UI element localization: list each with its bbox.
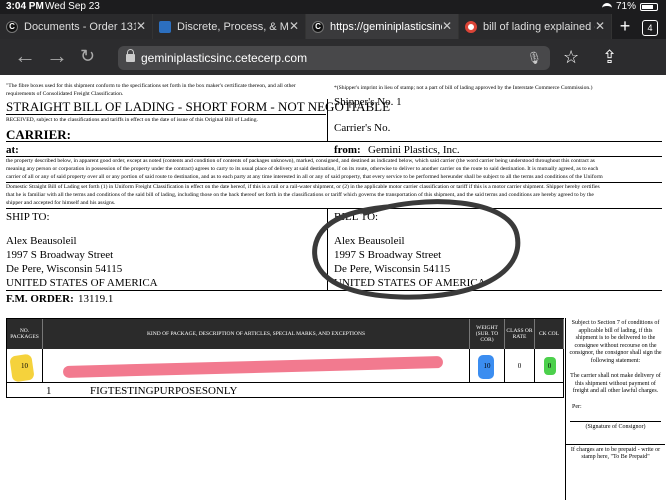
address-bar: ← → ↻ geminiplasticsinc.cetecerp.com 🎙 ☆… — [0, 39, 666, 75]
close-icon[interactable]: ✕ — [136, 19, 146, 33]
divider — [327, 99, 328, 141]
wifi-icon — [601, 2, 612, 11]
cell-packages: 10 — [7, 349, 43, 383]
new-tab-button[interactable]: + — [612, 14, 638, 39]
received-note: RECEIVED, subject to the classifications… — [6, 117, 258, 123]
from-value: Gemini Plastics, Inc. — [368, 144, 460, 156]
col-weight-header: WEIGHT (SUB. TO COR) — [470, 319, 505, 349]
ck-value: 0 — [547, 362, 552, 370]
reload-icon[interactable]: ↻ — [80, 45, 95, 67]
terms-line: Domestic Straight Bill of Lading set for… — [6, 184, 600, 190]
divider — [6, 114, 326, 115]
pink-highlight — [62, 356, 444, 378]
prepaid-note: If charges are to be prepaid - write or … — [566, 443, 665, 464]
circle-stroke — [312, 199, 521, 300]
back-arrow-icon[interactable]: ← — [14, 45, 36, 67]
terms-line: the property described below, in apparen… — [6, 158, 595, 164]
at-label: at: — [6, 144, 19, 156]
tab-bill-of-lading[interactable]: bill of lading explained - ✕ — [459, 14, 612, 39]
fibre-note: "The fibre boxes used for this shipment … — [6, 83, 296, 89]
share-icon[interactable]: ⇪ — [602, 47, 617, 68]
tab-discrete[interactable]: Discrete, Process, & Mix ✕ — [153, 14, 306, 39]
cell-ck: 0 — [535, 349, 564, 383]
carrier-number: Carrier's No. — [334, 122, 391, 134]
blue-doc-icon — [159, 20, 171, 33]
goods-table: NO. PACKAGES KIND OF PACKAGE, DESCRIPTIO… — [6, 318, 564, 383]
col-packages-header: NO. PACKAGES — [7, 319, 43, 349]
cell-description — [43, 349, 470, 383]
dark-logo-icon: C — [312, 20, 324, 33]
ship-to-line: Alex Beausoleil — [6, 235, 77, 247]
terms-line: carrier of all or any of said property o… — [6, 174, 603, 180]
line-description: FIGTESTINGPURPOSESONLY — [90, 385, 238, 397]
status-date: Wed Sep 23 — [45, 1, 100, 12]
divider — [6, 156, 662, 157]
ship-to-line: De Pere, Wisconsin 54115 — [6, 263, 123, 275]
close-icon[interactable]: ✕ — [442, 19, 452, 33]
weight-value: 10 — [483, 362, 491, 370]
dark-logo-icon: C — [6, 20, 18, 33]
tab-title: https://geminiplasticsinc — [330, 20, 442, 33]
tab-title: Documents - Order 1311 — [24, 20, 136, 33]
tab-title: Discrete, Process, & Mix — [177, 20, 289, 33]
side-text-2: The carrier shall not make delivery of t… — [570, 373, 661, 394]
battery-icon — [640, 2, 658, 11]
status-time: 3:04 PM — [6, 1, 44, 12]
divider — [563, 383, 564, 397]
tab-bar: C Documents - Order 1311 ✕ Discrete, Pro… — [0, 14, 666, 39]
line-qty: 1 — [46, 385, 52, 397]
status-bar: 3:04 PM Wed Sep 23 71% — [0, 0, 666, 14]
col-class-header: CLASS OR RATE — [505, 319, 535, 349]
url-field[interactable]: geminiplasticsinc.cetecerp.com 🎙 — [118, 46, 550, 70]
document-title: STRAIGHT BILL OF LADING - SHORT FORM - N… — [6, 99, 391, 114]
consignor-side-box: Subject to Section 7 of conditions of ap… — [565, 318, 665, 500]
packages-value: 10 — [21, 362, 28, 370]
bookmark-star-icon[interactable]: ☆ — [563, 47, 579, 68]
divider — [6, 383, 7, 397]
status-right: 71% — [601, 1, 658, 12]
google-icon — [465, 20, 477, 33]
bill-of-lading-page: "The fibre boxes used for this shipment … — [0, 75, 666, 500]
forward-arrow-icon[interactable]: → — [46, 45, 68, 67]
url-text: geminiplasticsinc.cetecerp.com — [141, 51, 308, 65]
tab-title: bill of lading explained - — [483, 20, 595, 33]
lock-icon — [126, 49, 135, 62]
from-label: from: — [334, 144, 361, 156]
microphone-icon[interactable]: 🎙 — [527, 51, 542, 65]
tab-documents[interactable]: C Documents - Order 1311 ✕ — [0, 14, 153, 39]
shipper-imprint-note: *(Shipper's imprint in lieu of stamp; no… — [334, 85, 593, 91]
shipper-number: Shipper's No. 1 — [334, 96, 402, 108]
class-value: 0 — [517, 362, 522, 370]
close-icon[interactable]: ✕ — [289, 19, 299, 33]
col-ck-header: CK COL — [535, 319, 564, 349]
battery-percent: 71% — [615, 1, 636, 12]
terms-line: meaning any person or corporation in pos… — [6, 166, 599, 172]
hand-drawn-circle — [312, 199, 521, 300]
ship-to-line: 1997 S Broadway Street — [6, 249, 114, 261]
tab-gemini[interactable]: C https://geminiplasticsinc ✕ — [306, 14, 459, 39]
signature-label: (Signature of Consignor) — [570, 421, 661, 432]
ship-to-label: SHIP TO: — [6, 211, 50, 223]
per-label: Per: — [572, 403, 582, 410]
fm-order-label: F.M. ORDER: — [6, 293, 74, 305]
fm-order-value: 13119.1 — [78, 293, 114, 305]
close-icon[interactable]: ✕ — [595, 19, 605, 33]
tab-count-button[interactable]: 4 — [642, 20, 658, 36]
ship-to-line: UNITED STATES OF AMERICA — [6, 277, 158, 289]
terms-line: shipper and accepted for himself and his… — [6, 200, 116, 206]
fibre-note-2: requirements of Consolidated Freight Cla… — [6, 91, 124, 97]
cell-class: 0 — [505, 349, 535, 383]
divider — [6, 141, 662, 142]
divider — [6, 182, 662, 183]
divider — [6, 397, 564, 398]
col-description-header: KIND OF PACKAGE, DESCRIPTION OF ARTICLES… — [43, 319, 470, 349]
cell-weight: 10 — [470, 349, 505, 383]
side-text-1: Subject to Section 7 of conditions of ap… — [569, 320, 662, 364]
